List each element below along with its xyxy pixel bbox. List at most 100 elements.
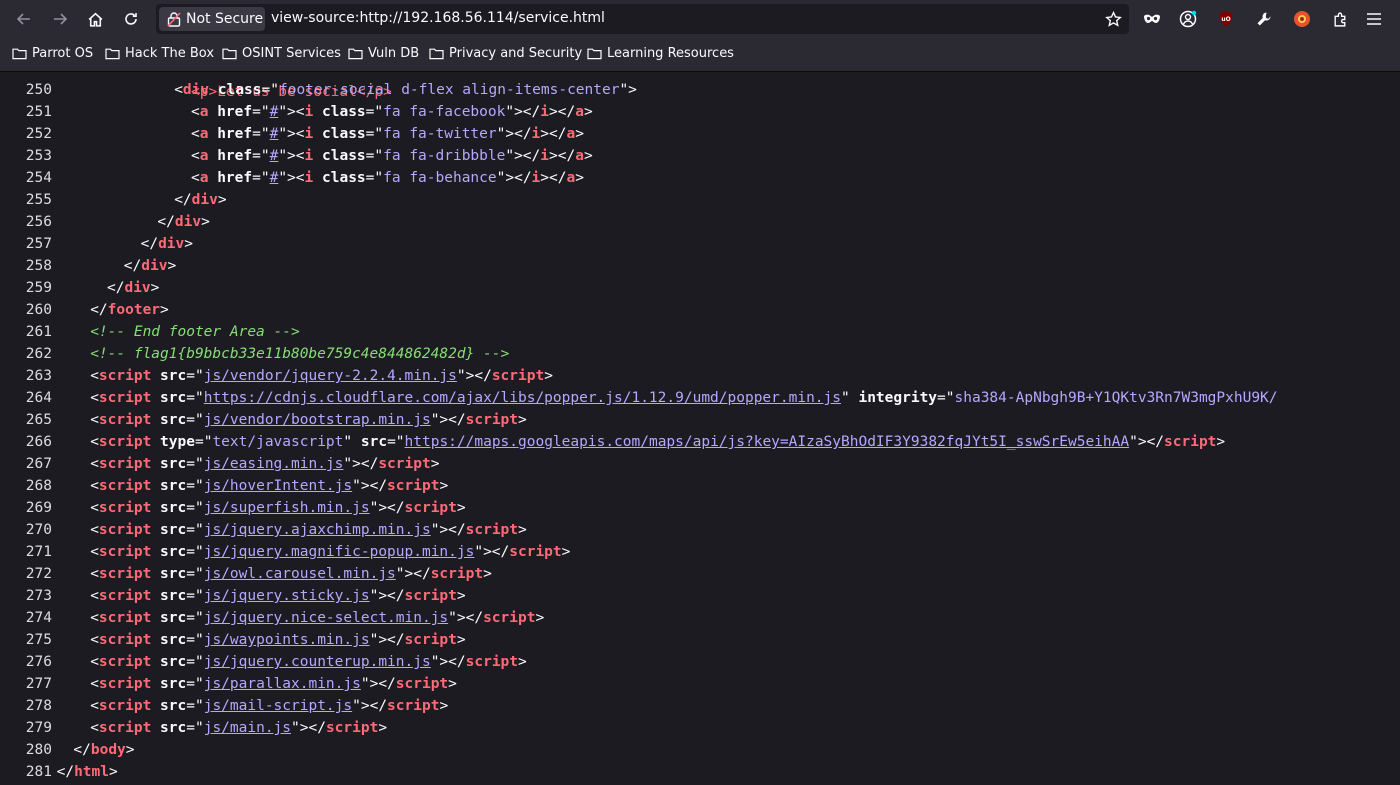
source-link[interactable]: js/jquery.sticky.js xyxy=(204,588,370,604)
source-link[interactable]: https://cdnjs.cloudflare.com/ajax/libs/p… xyxy=(204,390,841,406)
punct: =" xyxy=(186,720,204,736)
url-bar[interactable]: Not Secure view-source:http://192.168.56… xyxy=(156,4,1129,34)
tag-name: script xyxy=(1164,434,1217,450)
punct: =" xyxy=(365,126,384,142)
line-number: 252 xyxy=(25,126,52,142)
punct: =" xyxy=(387,434,405,450)
browser-toolbar: Not Secure view-source:http://192.168.56… xyxy=(0,0,1400,38)
source-line: 278 <script src="js/mail-script.js"></scr… xyxy=(0,695,1400,717)
punct xyxy=(151,390,160,406)
tag-name: script xyxy=(98,676,152,692)
reload-icon[interactable] xyxy=(119,7,143,31)
folder-icon xyxy=(222,48,237,60)
punct: < xyxy=(90,676,99,692)
source-line: 255 </div> xyxy=(0,189,1400,211)
folder-icon xyxy=(105,48,120,60)
source-line: 274 <script src="js/jquery.nice-select.mi… xyxy=(0,607,1400,629)
extension-red-icon[interactable] xyxy=(1290,7,1314,31)
punct: < xyxy=(90,412,99,428)
folder-icon xyxy=(12,48,27,60)
source-code: <!-- End footer Area --> xyxy=(90,321,300,343)
puzzle-icon[interactable] xyxy=(1328,7,1352,31)
punct: > xyxy=(201,214,210,230)
punct: ></ xyxy=(549,148,576,164)
tag-name: script xyxy=(98,610,152,626)
tag-name: script xyxy=(387,478,440,494)
line-number: 269 xyxy=(25,500,52,516)
line-number: 258 xyxy=(25,258,52,274)
back-icon[interactable] xyxy=(12,7,36,31)
punct xyxy=(151,610,160,626)
star-icon[interactable] xyxy=(1101,7,1125,31)
site-security-button[interactable]: Not Secure xyxy=(159,7,265,31)
source-link[interactable]: js/superfish.min.js xyxy=(204,500,370,516)
punct: =" xyxy=(261,82,279,98)
punct: "></ xyxy=(474,544,510,560)
line-number: 270 xyxy=(25,522,52,538)
source-code: </html> xyxy=(57,761,118,783)
source-link[interactable]: js/waypoints.min.js xyxy=(204,632,370,648)
punct xyxy=(151,632,160,648)
source-link[interactable]: js/parallax.min.js xyxy=(204,676,361,692)
punct: ></ xyxy=(540,170,567,186)
menu-icon[interactable] xyxy=(1362,7,1386,31)
punct: ></ xyxy=(540,126,567,142)
bookmark-folder-osint-services[interactable]: OSINT Services xyxy=(222,46,341,61)
source-link[interactable]: js/easing.min.js xyxy=(204,456,344,472)
punct: > xyxy=(150,280,160,296)
punct: < xyxy=(90,610,99,626)
source-line: 263 <script src="js/vendor/jquery-2.2.4.m… xyxy=(0,365,1400,387)
ublock-icon[interactable]: uO xyxy=(1214,7,1238,31)
attr-name: href xyxy=(217,170,253,186)
source-code: </div> xyxy=(107,277,159,299)
tag-name: script xyxy=(98,566,152,582)
bookmark-folder-privacy-and-security[interactable]: Privacy and Security xyxy=(429,46,582,61)
bookmark-folder-learning-resources[interactable]: Learning Resources xyxy=(587,46,734,61)
source-line: 268 <script src="js/hoverIntent.js"></scr… xyxy=(0,475,1400,497)
line-number: 267 xyxy=(25,456,52,472)
punct: "></ xyxy=(505,104,541,120)
tag-name: footer xyxy=(107,302,161,318)
bookmark-folder-vuln-db[interactable]: Vuln DB xyxy=(348,46,419,61)
forward-icon[interactable] xyxy=(48,7,72,31)
source-link[interactable]: js/main.js xyxy=(204,720,291,736)
home-icon[interactable] xyxy=(83,7,107,31)
source-link[interactable]: js/jquery.nice-select.min.js xyxy=(204,610,448,626)
attr-name: src xyxy=(160,390,187,406)
tag-name: i xyxy=(531,170,541,186)
source-link[interactable]: js/jquery.ajaxchimp.min.js xyxy=(204,522,431,538)
source-link[interactable]: js/vendor/bootstrap.min.js xyxy=(204,412,431,428)
source-line: 272 <script src="js/owl.carousel.min.js">… xyxy=(0,563,1400,585)
attr-name: class xyxy=(322,148,366,164)
punct: =" xyxy=(365,170,384,186)
bookmark-folder-parrot-os[interactable]: Parrot OS xyxy=(12,46,93,61)
wrench-icon[interactable] xyxy=(1252,7,1276,31)
mask-icon[interactable] xyxy=(1140,7,1164,31)
source-link[interactable]: js/jquery.magnific-popup.min.js xyxy=(204,544,475,560)
punct: </ xyxy=(140,236,159,252)
punct: "></ xyxy=(369,500,405,516)
source-line: 271 <script src="js/jquery.magnific-popup… xyxy=(0,541,1400,563)
security-label: Not Secure xyxy=(186,11,264,27)
punct: ">< xyxy=(278,104,305,120)
bookmark-folder-hack-the-box[interactable]: Hack The Box xyxy=(105,46,214,61)
tag-name: div xyxy=(191,192,218,208)
folder-icon xyxy=(348,48,363,60)
source-line: 252 <a href="#"><i class="fa fa-twitter">… xyxy=(0,123,1400,145)
source-link[interactable]: js/jquery.counterup.min.js xyxy=(204,654,431,670)
punct: ">< xyxy=(278,170,305,186)
source-line: 264 <script src="https://cdnjs.cloudflare… xyxy=(0,387,1400,409)
source-link[interactable]: https://maps.googleapis.com/maps/api/js?… xyxy=(405,434,1130,450)
html-comment: <!-- End footer Area --> xyxy=(90,324,300,340)
url-text[interactable]: view-source:http://192.168.56.114/servic… xyxy=(271,10,605,26)
source-code: </div> xyxy=(124,255,176,277)
attr-name: src xyxy=(160,522,187,538)
source-link[interactable]: js/owl.carousel.min.js xyxy=(204,566,396,582)
source-link[interactable]: js/mail-script.js xyxy=(204,698,352,714)
source-link[interactable]: js/vendor/jquery-2.2.4.min.js xyxy=(204,368,457,384)
account-icon[interactable] xyxy=(1176,7,1200,31)
bookmark-label: Privacy and Security xyxy=(449,46,583,61)
source-link[interactable]: js/hoverIntent.js xyxy=(204,478,352,494)
line-number: 272 xyxy=(25,566,52,582)
punct: =" xyxy=(186,544,204,560)
